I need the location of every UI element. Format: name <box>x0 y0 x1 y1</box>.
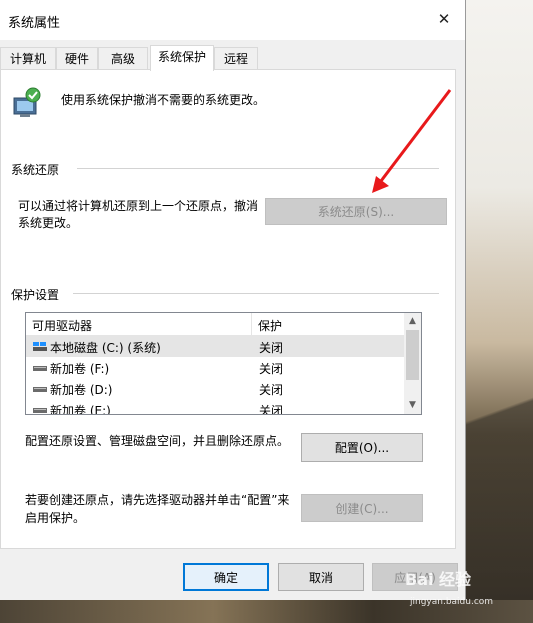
drive-name: 新加卷 (E:) <box>50 404 111 415</box>
drive-name: 新加卷 (F:) <box>50 362 110 376</box>
tab-system-protection[interactable]: 系统保护 <box>150 45 214 71</box>
scroll-up-icon[interactable]: ▲ <box>404 313 421 330</box>
drive-protection-status: 关闭 <box>259 341 284 355</box>
drive-icon <box>33 366 47 371</box>
ok-button[interactable]: 确定 <box>183 563 269 591</box>
tab-hardware[interactable]: 硬件 <box>56 47 98 69</box>
configure-description: 配置还原设置、管理磁盘空间，并且删除还原点。 <box>25 434 290 448</box>
tab-remote[interactable]: 远程 <box>214 47 258 69</box>
tab-advanced[interactable]: 高级 <box>98 47 148 69</box>
column-header-protection[interactable]: 保护 <box>258 317 282 334</box>
close-icon[interactable]: ✕ <box>423 0 465 38</box>
drive-list[interactable]: 可用驱动器 保护 本地磁盘 (C:) (系统) 关闭 新加卷 (F:) 关闭 新… <box>25 312 422 415</box>
title-bar: 系统属性 ✕ <box>0 0 465 40</box>
system-properties-dialog: 系统属性 ✕ 计算机名 硬件 高级 系统保护 远程 使用系统保护撤消不需要的系统… <box>0 0 466 600</box>
drive-row[interactable]: 新加卷 (F:) 关闭 <box>26 357 404 378</box>
divider <box>77 168 439 169</box>
intro-text: 使用系统保护撤消不需要的系统更改。 <box>61 93 266 107</box>
watermark-url: jingyan.baidu.com <box>410 597 494 607</box>
drive-icon <box>33 387 47 392</box>
system-protection-panel: 使用系统保护撤消不需要的系统更改。 系统还原 可以通过将计算机还原到上一个还原点… <box>0 69 456 549</box>
drive-list-header: 可用驱动器 保护 <box>26 313 404 336</box>
scrollbar-thumb[interactable] <box>406 330 419 380</box>
protection-settings-group-label: 保护设置 <box>11 288 60 302</box>
tab-computer-name[interactable]: 计算机名 <box>0 47 56 88</box>
drive-row[interactable]: 新加卷 (D:) 关闭 <box>26 378 404 399</box>
system-restore-group-label: 系统还原 <box>11 163 60 177</box>
drive-row[interactable]: 新加卷 (E:) 关闭 <box>26 399 404 415</box>
system-protection-icon <box>13 87 41 117</box>
divider <box>73 293 439 294</box>
system-restore-button[interactable]: 系统还原(S)... <box>265 198 447 225</box>
system-drive-icon <box>33 342 47 351</box>
desktop-background <box>466 0 533 623</box>
column-header-drive[interactable]: 可用驱动器 <box>32 317 92 334</box>
drive-row[interactable]: 本地磁盘 (C:) (系统) 关闭 <box>26 336 404 357</box>
system-restore-description: 可以通过将计算机还原到上一个还原点，撤消系统更改。 <box>18 199 259 230</box>
dialog-title: 系统属性 <box>8 16 61 31</box>
configure-button[interactable]: 配置(O)... <box>301 433 423 462</box>
drive-list-scrollbar[interactable]: ▲ ▼ <box>404 313 421 414</box>
drive-protection-status: 关闭 <box>259 362 284 376</box>
drive-name: 本地磁盘 (C:) (系统) <box>50 341 161 355</box>
drive-protection-status: 关闭 <box>259 404 284 415</box>
drive-name: 新加卷 (D:) <box>50 383 113 397</box>
watermark-logo: Bai 经验 <box>405 570 472 589</box>
create-description-line1: 若要创建还原点，请先选择驱动器并单击“配置”来 <box>25 493 290 507</box>
tab-strip: 计算机名 硬件 高级 系统保护 远程 <box>0 45 466 88</box>
cancel-button[interactable]: 取消 <box>278 563 364 591</box>
drive-icon <box>33 408 47 413</box>
create-button[interactable]: 创建(C)... <box>301 494 423 522</box>
scroll-down-icon[interactable]: ▼ <box>404 397 421 414</box>
drive-protection-status: 关闭 <box>259 383 284 397</box>
create-description-line2: 启用保护。 <box>25 511 86 525</box>
